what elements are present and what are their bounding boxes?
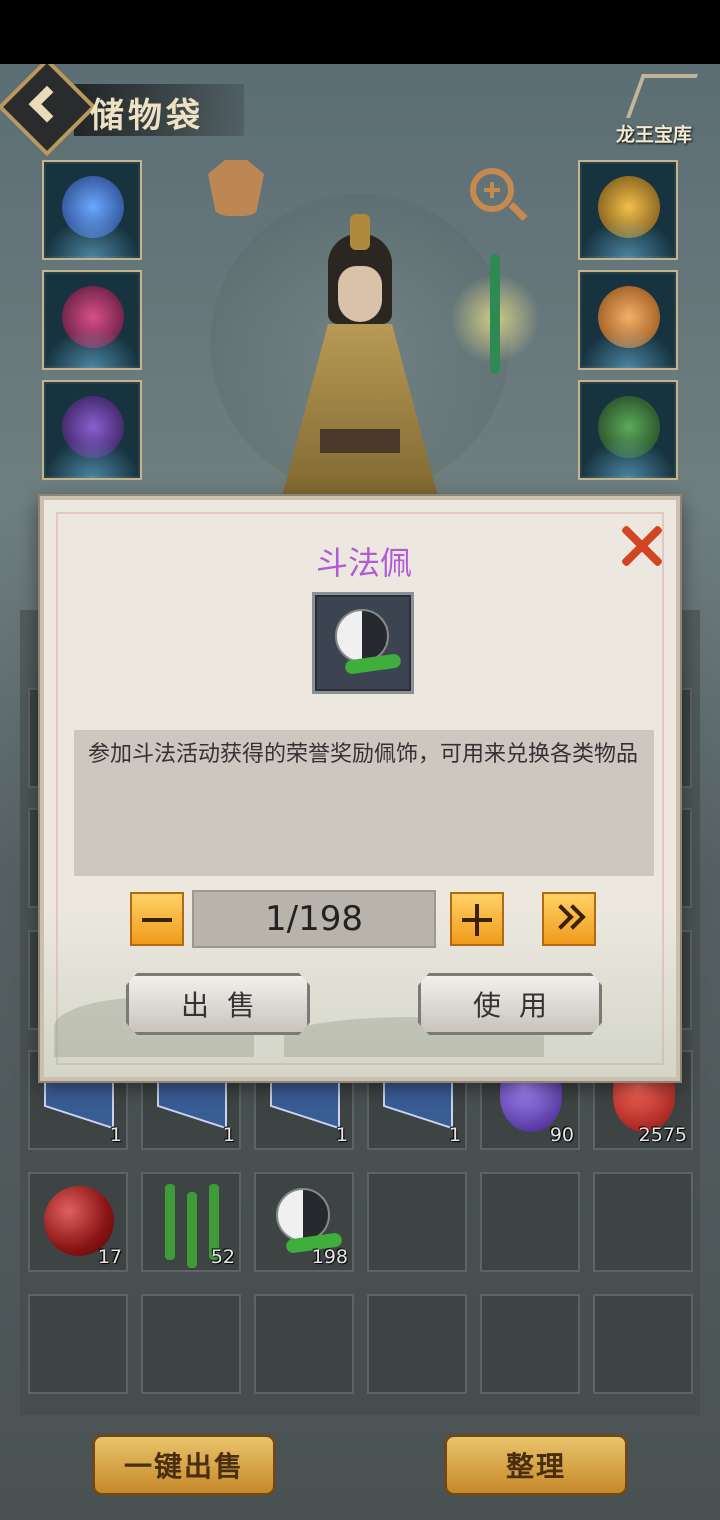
back-button[interactable] xyxy=(0,64,97,157)
zoom-in-icon[interactable] xyxy=(470,168,514,212)
slot-swirl xyxy=(44,438,140,478)
sell-button[interactable]: 出售 xyxy=(126,973,310,1035)
slot-swirl xyxy=(580,328,676,368)
inventory-cell[interactable]: 17 xyxy=(28,1172,128,1272)
item-count: 1 xyxy=(109,1124,122,1146)
slot-swirl xyxy=(580,218,676,258)
item-count: 52 xyxy=(210,1246,235,1268)
character-robe xyxy=(280,324,440,504)
item-count: 198 xyxy=(311,1246,348,1268)
inventory-cell-empty[interactable] xyxy=(367,1172,467,1272)
bamboo-icon xyxy=(165,1184,175,1260)
item-description-box: 参加斗法活动获得的荣誉奖励佩饰，可用来兑换各类物品 xyxy=(74,730,654,876)
character-crown xyxy=(350,214,370,250)
slot-swirl xyxy=(580,438,676,478)
equip-slot-mask[interactable] xyxy=(42,270,142,370)
equip-slot-boots[interactable] xyxy=(578,380,678,480)
bamboo-icon xyxy=(187,1192,197,1268)
page-title: 储物袋 xyxy=(90,96,204,136)
inventory-cell-empty[interactable] xyxy=(28,1294,128,1394)
equip-slot-helmet[interactable] xyxy=(42,380,142,480)
inventory-cell-empty[interactable] xyxy=(480,1172,580,1272)
quantity-field[interactable]: 1/198 xyxy=(192,890,436,948)
item-count: 1 xyxy=(448,1124,461,1146)
equip-slot-pendant[interactable] xyxy=(578,270,678,370)
inventory-cell-empty[interactable] xyxy=(141,1294,241,1394)
dragon-emblem-icon xyxy=(625,74,699,118)
sort-button[interactable]: 整理 xyxy=(444,1434,628,1496)
character-figure xyxy=(250,214,470,504)
minus-icon xyxy=(142,918,172,922)
inventory-cell[interactable]: 52 xyxy=(141,1172,241,1272)
sell-all-button[interactable]: 一键出售 xyxy=(92,1434,276,1496)
item-detail-dialog: 斗法佩 参加斗法活动获得的荣誉奖励佩饰，可用来兑换各类物品 1/198 出售 使… xyxy=(40,496,680,1081)
item-name: 斗法佩 xyxy=(315,544,412,582)
dragon-treasury-button[interactable]: 龙王宝库 xyxy=(612,74,712,154)
zoom-plus-v xyxy=(490,182,494,198)
item-description: 参加斗法活动获得的荣誉奖励佩饰，可用来兑换各类物品 xyxy=(88,742,639,767)
inventory-cell-empty[interactable] xyxy=(254,1294,354,1394)
character-belt xyxy=(320,429,400,453)
item-count: 17 xyxy=(97,1246,122,1268)
back-arrow-icon xyxy=(28,85,66,123)
status-bar xyxy=(0,0,720,64)
item-icon-frame xyxy=(312,592,414,694)
item-count: 1 xyxy=(335,1124,348,1146)
item-count: 1 xyxy=(222,1124,235,1146)
slot-swirl xyxy=(44,328,140,368)
plus-icon-v xyxy=(475,904,479,936)
inventory-cell[interactable]: 198 xyxy=(254,1172,354,1272)
use-button[interactable]: 使用 xyxy=(418,973,602,1035)
treasury-label: 龙王宝库 xyxy=(616,124,693,146)
sword-blade xyxy=(490,254,500,374)
outfit-icon[interactable] xyxy=(208,160,264,216)
inventory-cell-empty[interactable] xyxy=(593,1172,693,1272)
decrease-button[interactable] xyxy=(130,892,184,946)
character-face xyxy=(338,266,382,322)
slot-swirl xyxy=(44,218,140,258)
floating-jade-sword xyxy=(450,254,540,374)
increase-button[interactable] xyxy=(450,892,504,946)
item-count: 90 xyxy=(549,1124,574,1146)
item-count: 2575 xyxy=(638,1124,687,1146)
inventory-cell-empty[interactable] xyxy=(367,1294,467,1394)
equip-slot-bracer[interactable] xyxy=(578,160,678,260)
equip-slot-weapon[interactable] xyxy=(42,160,142,260)
inventory-cell-empty[interactable] xyxy=(480,1294,580,1394)
max-button[interactable] xyxy=(542,892,596,946)
inventory-cell-empty[interactable] xyxy=(593,1294,693,1394)
